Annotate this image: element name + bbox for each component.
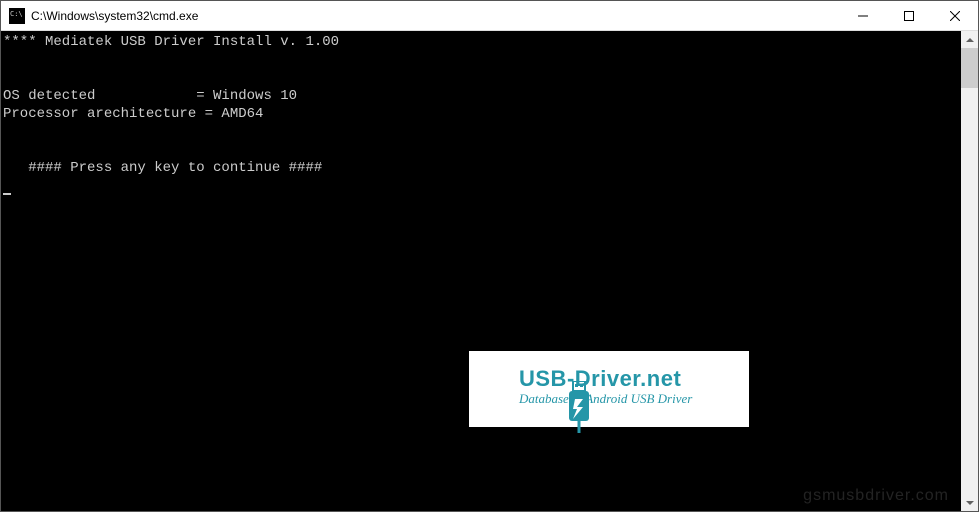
- usb-icon: [479, 363, 511, 415]
- watermark-logo: USB-Driver.net Database of Android USB D…: [469, 351, 749, 427]
- scroll-down-button[interactable]: [961, 494, 978, 511]
- cmd-window: C:\Windows\system32\cmd.exe **** Mediate…: [0, 0, 979, 512]
- console-line: OS detected = Windows 10: [3, 88, 297, 104]
- console-output[interactable]: **** Mediatek USB Driver Install v. 1.00…: [1, 31, 961, 511]
- cursor: [3, 193, 11, 195]
- cmd-icon: [9, 8, 25, 24]
- watermark-bottom-text: gsmusbdriver.com: [803, 487, 949, 505]
- console-line: Processor arechitecture = AMD64: [3, 106, 263, 122]
- minimize-button[interactable]: [840, 1, 886, 30]
- console-line: #### Press any key to continue ####: [3, 160, 322, 176]
- maximize-button[interactable]: [886, 1, 932, 30]
- console-line: **** Mediatek USB Driver Install v. 1.00: [3, 34, 339, 50]
- logo-main-text: USB-Driver.net: [519, 370, 692, 388]
- logo-text-block: USB-Driver.net Database of Android USB D…: [519, 370, 692, 408]
- window-title: C:\Windows\system32\cmd.exe: [31, 9, 840, 23]
- scroll-up-button[interactable]: [961, 31, 978, 48]
- titlebar[interactable]: C:\Windows\system32\cmd.exe: [1, 1, 978, 31]
- scroll-thumb[interactable]: [961, 48, 978, 88]
- vertical-scrollbar[interactable]: [961, 31, 978, 511]
- scroll-track[interactable]: [961, 48, 978, 494]
- window-controls: [840, 1, 978, 30]
- close-button[interactable]: [932, 1, 978, 30]
- logo-sub-text: Database of Android USB Driver: [519, 390, 692, 408]
- console-area: **** Mediatek USB Driver Install v. 1.00…: [1, 31, 978, 511]
